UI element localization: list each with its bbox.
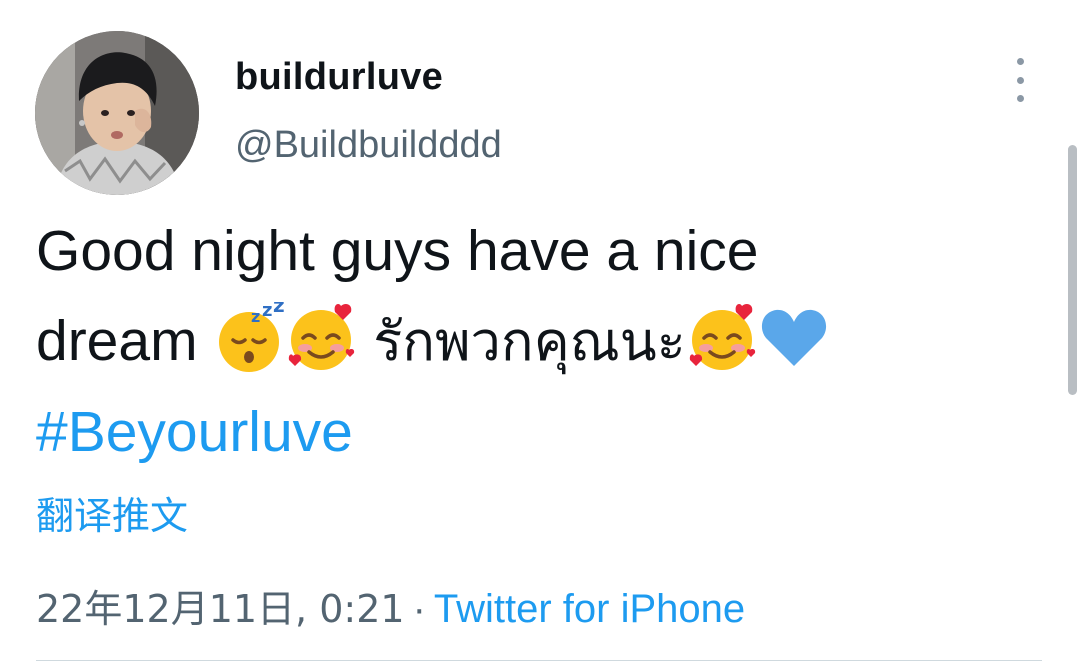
tweet-timestamp[interactable]: 22年12月11日, 0:21 xyxy=(36,587,405,631)
thai-text: รักพวกคุณนะ xyxy=(373,310,686,373)
scrollbar[interactable] xyxy=(1068,145,1077,395)
display-name[interactable]: buildurluve xyxy=(235,56,443,99)
tweet-text-line-3: #Beyourluve xyxy=(36,387,1016,477)
avatar[interactable] xyxy=(35,31,199,195)
tweet-text-line-1: Good night guys have a nice xyxy=(36,219,759,283)
more-options-button[interactable] xyxy=(1005,58,1035,102)
svg-text:z: z xyxy=(273,302,285,317)
more-dot-icon xyxy=(1016,95,1024,102)
smiling-face-with-hearts-emoji xyxy=(285,302,357,374)
hashtag-link[interactable]: #Beyourluve xyxy=(36,400,353,464)
divider xyxy=(36,660,1042,661)
more-dot-icon xyxy=(1016,58,1024,65)
blue-heart-emoji xyxy=(758,302,830,374)
tweet-text: Good night guys have a nice dream z z z xyxy=(36,206,1016,477)
tweet-source-link[interactable]: Twitter for iPhone xyxy=(434,587,745,631)
tweet-card: buildurluve @Buildbuildddd Good night gu… xyxy=(0,0,1079,666)
tweet-meta: 22年12月11日, 0:21 · Twitter for iPhone xyxy=(36,578,745,633)
user-handle[interactable]: @Buildbuildddd xyxy=(235,124,502,167)
sleeping-face-emoji: z z z xyxy=(213,302,285,374)
more-dot-icon xyxy=(1016,76,1024,84)
svg-text:z: z xyxy=(262,302,272,321)
meta-separator: · xyxy=(412,587,426,631)
tweet-text-line-2: dream z z z รักพวกคุณนะ xyxy=(36,296,1016,387)
tweet-text-dream: dream xyxy=(36,309,214,373)
smiling-face-with-hearts-emoji xyxy=(686,302,758,374)
translate-tweet-link[interactable]: 翻译推文 xyxy=(36,485,188,540)
svg-text:z: z xyxy=(251,307,260,326)
